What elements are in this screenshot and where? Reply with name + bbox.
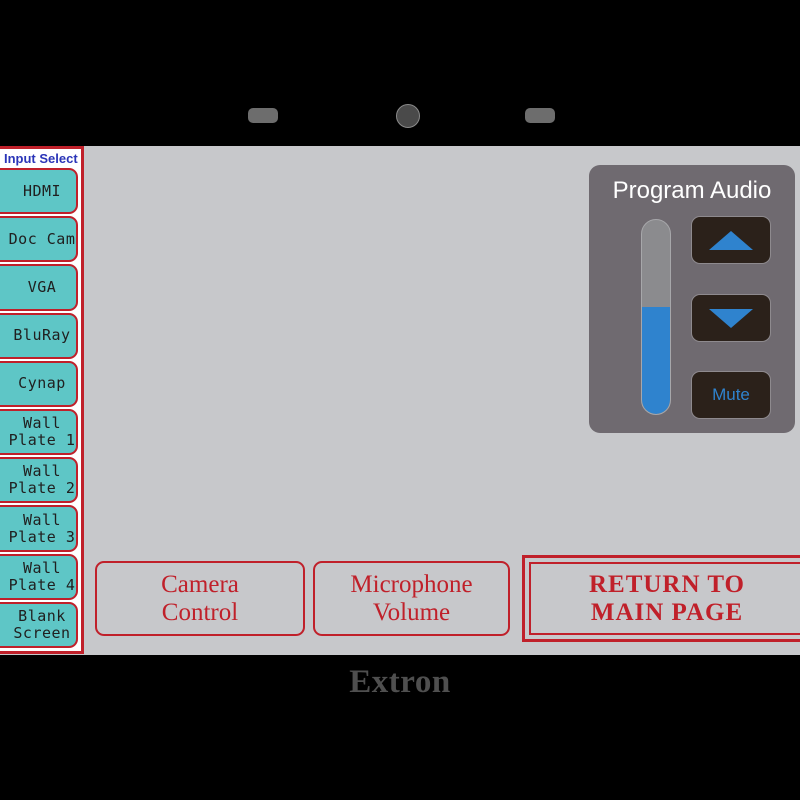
volume-down-button[interactable] xyxy=(691,294,771,342)
input-button-wall-plate-2[interactable]: Wall Plate 2 xyxy=(0,457,78,504)
speaker-grille-icon xyxy=(248,108,278,123)
input-button-wall-plate-3[interactable]: Wall Plate 3 xyxy=(0,505,78,552)
camera-lens-icon xyxy=(396,104,420,128)
speaker-grille-icon xyxy=(525,108,555,123)
extron-brand-logo: Extron xyxy=(349,664,451,700)
input-button-hdmi[interactable]: HDMI xyxy=(0,168,78,215)
program-audio-title: Program Audio xyxy=(612,177,772,204)
extron-touch-panel-device: Input Select HDMI Doc Cam VGA BluRay Cyn… xyxy=(0,0,800,800)
input-select-title: Input Select xyxy=(4,151,78,166)
volume-up-button[interactable] xyxy=(691,216,771,264)
input-button-blank-screen[interactable]: Blank Screen xyxy=(0,601,78,649)
mute-button[interactable]: Mute xyxy=(691,371,771,419)
input-select-panel: Input Select HDMI Doc Cam VGA BluRay Cyn… xyxy=(0,146,84,654)
triangle-down-icon xyxy=(709,308,753,328)
input-select-button-list: HDMI Doc Cam VGA BluRay Cynap Wall Plate… xyxy=(0,168,78,649)
return-main-page-button[interactable]: RETURN TO MAIN PAGE xyxy=(522,555,800,642)
input-button-cynap[interactable]: Cynap xyxy=(0,360,78,408)
input-button-doc-cam[interactable]: Doc Cam xyxy=(0,216,78,263)
microphone-volume-button[interactable]: Microphone Volume xyxy=(313,561,510,636)
input-button-vga[interactable]: VGA xyxy=(0,264,78,311)
input-button-wall-plate-1[interactable]: Wall Plate 1 xyxy=(0,409,78,456)
mute-button-label: Mute xyxy=(712,385,750,404)
program-audio-panel: Program Audio Mute xyxy=(589,165,795,433)
bottom-action-bar: Camera Control Microphone Volume RETURN … xyxy=(95,555,800,642)
camera-control-button[interactable]: Camera Control xyxy=(95,561,305,636)
triangle-up-icon xyxy=(709,230,753,250)
volume-slider[interactable] xyxy=(641,219,671,415)
input-button-bluray[interactable]: BluRay xyxy=(0,312,78,359)
return-main-page-label: RETURN TO MAIN PAGE xyxy=(529,562,800,635)
touch-panel-screen: Input Select HDMI Doc Cam VGA BluRay Cyn… xyxy=(0,146,800,655)
input-button-wall-plate-4[interactable]: Wall Plate 4 xyxy=(0,553,78,600)
volume-slider-fill xyxy=(642,307,670,414)
